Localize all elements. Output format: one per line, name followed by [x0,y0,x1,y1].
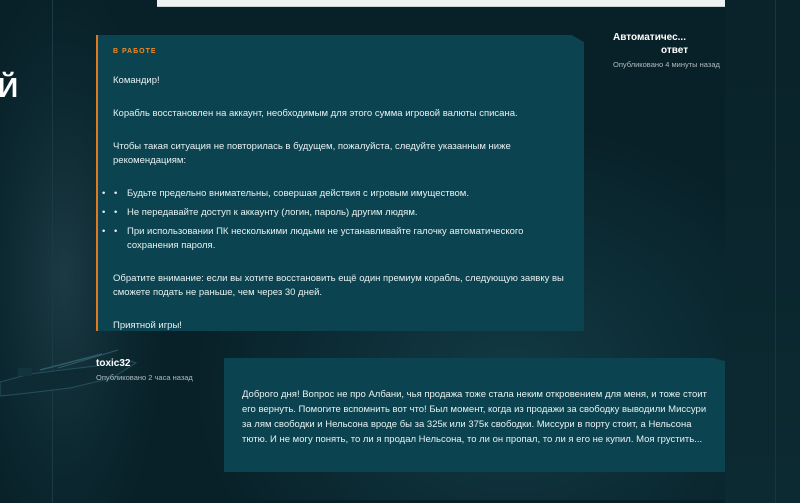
author-name-line2: ответ [661,45,689,56]
list-item: Не передавайте доступ к аккаунту (логин,… [102,206,568,220]
message-paragraph: Обратите внимание: если вы хотите восста… [113,273,564,298]
hero-title-fragment: Й [0,72,19,103]
right-background [725,0,800,503]
support-message-card: В РАБОТЕ Командир! Корабль восстановлен … [96,35,584,331]
user-message-card: Доброго дня! Вопрос не про Албани, чья п… [224,358,725,472]
message-paragraph: Корабль восстановлен на аккаунт, необход… [113,108,518,119]
author-name-line1: Автоматичес... [613,32,686,43]
divider-line [52,0,53,503]
closing: Приятной игры! [113,320,182,331]
recommendations-list: Будьте предельно внимательны, совершая д… [102,187,568,253]
message-paragraph: Чтобы такая ситуация не повторилась в бу… [113,141,511,166]
list-item: При использовании ПК несколькими людьми … [102,225,568,253]
user-author-block: toxic32 Опубликовано 2 часа назад [96,357,193,382]
divider-line [775,0,776,503]
support-author-block: Автоматичес... ответ Опубликовано 4 мину… [613,31,723,69]
reply-input-area[interactable] [157,0,725,7]
published-time: Опубликовано 2 часа назад [96,373,193,382]
greeting: Командир! [113,75,160,86]
author-name: Автоматичес... ответ [613,31,723,57]
author-name: toxic32 [96,358,131,369]
published-time: Опубликовано 4 минуты назад [613,60,720,69]
message-text: Доброго дня! Вопрос не про Албани, чья п… [242,389,707,445]
status-label: В РАБОТЕ [113,48,157,55]
list-item: Будьте предельно внимательны, совершая д… [102,187,568,201]
